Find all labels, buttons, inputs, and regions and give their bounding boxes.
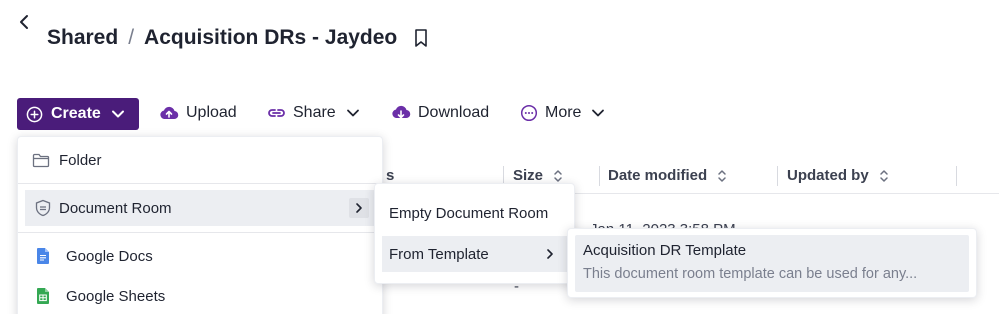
download-button[interactable]: Download <box>391 104 489 122</box>
menu-item-from-template[interactable]: From Template <box>382 236 568 272</box>
template-title: Acquisition DR Template <box>583 242 747 259</box>
menu-item-document-room[interactable]: Document Room <box>25 190 375 226</box>
menu-item-google-docs[interactable]: Google Docs <box>18 238 382 274</box>
menu-item-label: From Template <box>389 245 489 263</box>
share-label: Share <box>293 104 336 121</box>
download-label: Download <box>418 104 490 121</box>
menu-item-empty-document-room[interactable]: Empty Document Room <box>375 195 574 231</box>
bookmark-icon <box>415 29 427 47</box>
column-label: Size <box>513 167 544 184</box>
chevron-down-icon <box>592 109 605 117</box>
google-sheets-icon <box>36 287 50 305</box>
menu-item-google-sheets[interactable]: Google Sheets <box>18 278 382 314</box>
breadcrumb: Shared / Acquisition DRs - Jaydeo <box>47 26 397 50</box>
page-title: Acquisition DRs - Jaydeo <box>144 26 398 49</box>
menu-item-label: Google Docs <box>66 247 153 265</box>
document-room-submenu: Empty Document Room From Template <box>374 183 575 284</box>
menu-divider <box>18 232 382 233</box>
column-divider <box>777 166 778 186</box>
chevron-down-icon <box>111 110 124 118</box>
column-label: Date modified <box>608 167 708 184</box>
sort-icon <box>879 169 888 182</box>
template-submenu: Acquisition DR Template This document ro… <box>567 228 977 298</box>
menu-item-label: Empty Document Room <box>389 204 549 222</box>
breadcrumb-separator: / <box>128 26 135 49</box>
bookmark-button[interactable] <box>413 28 431 50</box>
column-header-date-modified[interactable]: Date modified <box>608 167 727 184</box>
back-button[interactable] <box>14 10 34 34</box>
google-docs-icon <box>36 247 50 265</box>
create-label: Create <box>51 105 101 122</box>
cloud-download-icon <box>392 105 411 119</box>
sort-icon <box>718 169 726 182</box>
more-button[interactable]: More <box>520 104 605 122</box>
upload-button[interactable]: Upload <box>159 104 237 122</box>
partial-column-header: s <box>386 167 395 184</box>
menu-item-label: Folder <box>59 151 102 169</box>
column-header-updated-by[interactable]: Updated by <box>787 167 889 184</box>
sort-icon <box>554 169 562 182</box>
menu-item-label: Google Sheets <box>66 287 166 305</box>
share-button[interactable]: Share <box>267 104 360 122</box>
cloud-upload-icon <box>160 106 179 120</box>
shield-icon <box>34 199 52 217</box>
chevron-right-icon <box>356 203 362 213</box>
menu-divider <box>18 183 382 184</box>
plus-circle-icon <box>26 106 43 122</box>
template-item[interactable]: Acquisition DR Template This document ro… <box>575 235 969 292</box>
column-divider <box>956 166 957 186</box>
chevron-left-icon <box>20 15 28 29</box>
upload-label: Upload <box>186 104 237 121</box>
column-header-size[interactable]: Size <box>513 167 563 184</box>
menu-item-label: Document Room <box>59 199 172 217</box>
template-description: This document room template can be used … <box>583 266 918 282</box>
submenu-arrow <box>349 198 369 218</box>
create-menu: Folder Document Room Google Docs Google … <box>17 136 383 314</box>
create-button[interactable]: Create <box>17 98 139 130</box>
chevron-down-icon <box>346 109 359 117</box>
column-divider <box>599 166 600 186</box>
chevron-right-icon <box>547 249 553 259</box>
breadcrumb-shared[interactable]: Shared <box>47 26 118 50</box>
more-circle-icon <box>520 104 538 122</box>
folder-icon <box>32 151 50 169</box>
menu-item-folder[interactable]: Folder <box>18 142 382 178</box>
link-icon <box>268 109 285 117</box>
more-label: More <box>545 104 582 121</box>
column-label: Updated by <box>787 167 869 184</box>
toolbar: Create <box>17 98 139 130</box>
